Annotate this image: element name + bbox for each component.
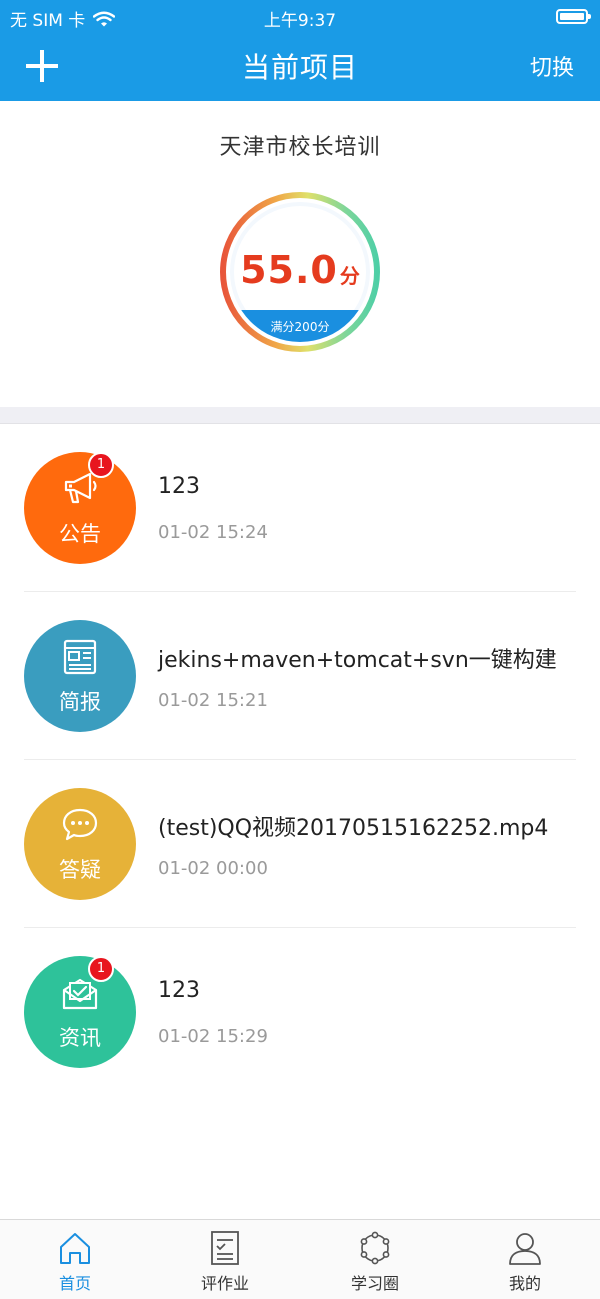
chat-bubble-icon	[62, 808, 98, 841]
item-time: 01-02 15:21	[158, 690, 268, 711]
score-number: 55.0	[240, 248, 338, 292]
item-time: 01-02 15:24	[158, 522, 268, 543]
page-title: 当前项目	[241, 51, 358, 84]
category-label: 答疑	[59, 858, 101, 882]
item-title: 123	[158, 474, 200, 499]
category-label: 公告	[59, 522, 101, 546]
tab-label: 首页	[58, 1274, 91, 1293]
status-time: 上午9:37	[263, 11, 337, 31]
section-divider	[0, 407, 600, 424]
user-icon	[509, 1233, 541, 1265]
tab-label: 评作业	[200, 1274, 249, 1293]
newspaper-icon	[63, 639, 97, 675]
switch-button[interactable]: 切换	[530, 50, 574, 82]
full-score-label: 满分200分	[270, 320, 330, 334]
category-qa: 答疑	[24, 788, 136, 900]
score-unit: 分	[339, 264, 360, 288]
status-bar: 无 SIM 卡 上午9:37	[0, 0, 600, 32]
tab-grade-homework[interactable]: 评作业	[150, 1220, 300, 1299]
tab-home[interactable]: 首页	[0, 1220, 150, 1299]
tab-profile[interactable]: 我的	[450, 1220, 600, 1299]
tab-learning-circle[interactable]: 学习圈	[300, 1220, 450, 1299]
unread-badge: 1	[88, 452, 114, 478]
item-title: (test)QQ视频20170515162252.mp4	[158, 816, 549, 841]
item-title: 123	[158, 978, 200, 1003]
list-item-news[interactable]: 资讯 1 123 01-02 15:29	[0, 928, 600, 1096]
document-icon	[211, 1231, 239, 1265]
score-value: 55.0 分	[218, 248, 382, 292]
navigation-bar: 当前项目 切换	[0, 32, 600, 101]
category-news: 资讯	[24, 956, 136, 1068]
score-gauge: 55.0 分 满分200分	[218, 190, 382, 354]
item-title: jekins+maven+tomcat+svn一键构建	[158, 648, 557, 673]
home-icon	[60, 1233, 90, 1264]
project-score-card: 天津市校长培训 55.0 分 满分200分	[0, 101, 600, 407]
category-label: 资讯	[59, 1026, 101, 1050]
tab-label: 我的	[508, 1274, 541, 1293]
list-item-announcement[interactable]: 公告 1 123 01-02 15:24	[0, 424, 600, 592]
category-label: 简报	[59, 690, 101, 714]
project-name: 天津市校长培训	[219, 135, 381, 160]
item-time: 01-02 15:29	[158, 1026, 268, 1047]
bottom-tab-bar: 首页 评作业 学习圈 我的	[0, 1219, 600, 1299]
list-item-qa[interactable]: 答疑 (test)QQ视频20170515162252.mp4 01-02 00…	[0, 760, 600, 928]
category-report: 简报	[24, 620, 136, 732]
unread-badge: 1	[88, 956, 114, 982]
list-item-report[interactable]: 简报 jekins+maven+tomcat+svn一键构建 01-02 15:…	[0, 592, 600, 760]
top-bar: 无 SIM 卡 上午9:37 当前项目 切换	[0, 0, 600, 101]
battery-icon	[556, 9, 591, 24]
circle-network-icon	[360, 1231, 390, 1265]
tab-label: 学习圈	[350, 1274, 399, 1293]
category-announcement: 公告	[24, 452, 136, 564]
item-time: 01-02 00:00	[158, 858, 268, 879]
